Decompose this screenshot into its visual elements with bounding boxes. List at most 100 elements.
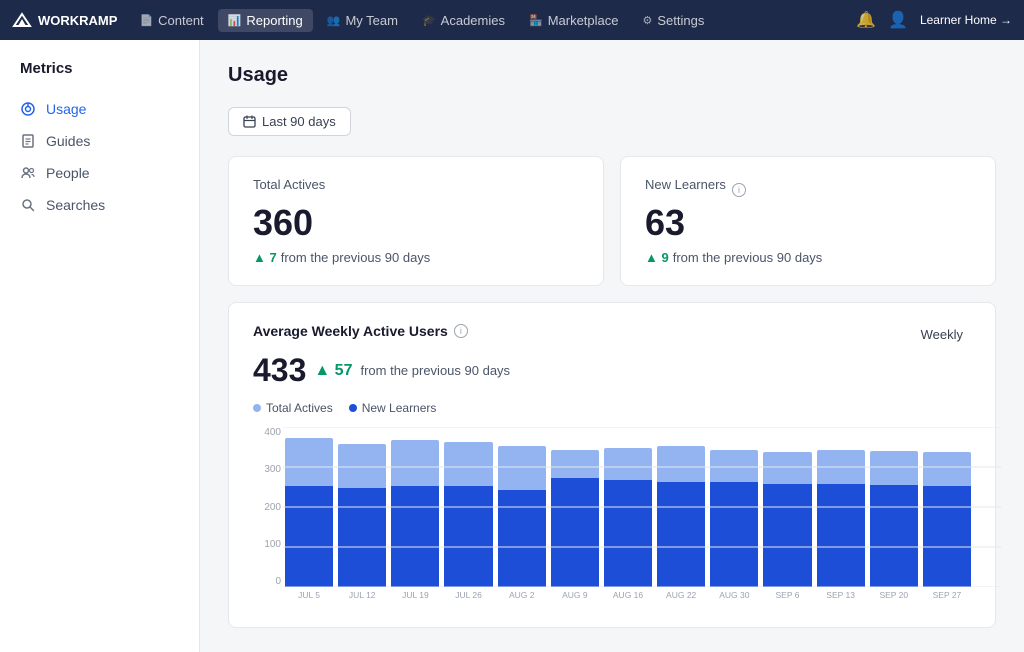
learner-home-button[interactable]: Learner Home → (920, 13, 1012, 27)
bar-top-segment (763, 452, 811, 484)
calendar-icon (243, 115, 256, 128)
chart-container: 0100200300400JUL 5JUL 12JUL 19JUL 26AUG … (253, 427, 971, 607)
weekly-button[interactable]: Weekly (913, 323, 971, 346)
sidebar-item-people[interactable]: People (0, 157, 199, 189)
new-learners-label-row: New Learners i (645, 177, 971, 202)
bar-bottom-segment (657, 482, 705, 587)
bar-label: SEP 27 (923, 590, 971, 607)
guides-icon (20, 133, 36, 149)
bar-label: AUG 30 (710, 590, 758, 607)
bar-top-segment (498, 446, 546, 490)
main-content: Usage Last 90 days Total Actives 360 ▲ 7 (200, 40, 1024, 652)
nav-settings[interactable]: ⚙ Settings (633, 9, 715, 32)
bar-group: AUG 9 (551, 427, 599, 607)
new-learners-delta: ▲ 9 from the previous 90 days (645, 250, 971, 265)
bar-bottom-segment (604, 480, 652, 587)
page-title: Usage (228, 64, 996, 87)
total-actives-value: 360 (253, 202, 579, 244)
user-avatar-icon[interactable]: 👤 (888, 10, 908, 30)
bar-top-segment (285, 438, 333, 486)
bar-label: SEP 13 (817, 590, 865, 607)
nav-reporting[interactable]: 📊 Reporting (218, 9, 313, 32)
bar-group: SEP 13 (817, 427, 865, 607)
nav-myteam[interactable]: 👥 My Team (317, 9, 408, 32)
searches-icon (20, 197, 36, 213)
new-learners-delta-value: ▲ 9 (645, 250, 669, 265)
bar-bottom-segment (391, 486, 439, 587)
bar-group: JUL 5 (285, 427, 333, 607)
bar-label: AUG 9 (551, 590, 599, 607)
bar-group: SEP 20 (870, 427, 918, 607)
bar-bottom-segment (338, 488, 386, 587)
total-actives-delta-value: ▲ 7 (253, 250, 277, 265)
bar-group: SEP 6 (763, 427, 811, 607)
bar-bottom-segment (817, 484, 865, 587)
bar-label: JUL 26 (444, 590, 492, 607)
chart-legend: Total Actives New Learners (253, 401, 971, 415)
chart-title-row: Average Weekly Active Users i (253, 323, 468, 339)
top-navigation: WORKRAMP 📄 Content 📊 Reporting 👥 My Team… (0, 0, 1024, 40)
sidebar-item-guides[interactable]: Guides (0, 125, 199, 157)
bar-bottom-segment (923, 486, 971, 587)
chart-delta-suffix: from the previous 90 days (360, 363, 510, 378)
chart-header: Average Weekly Active Users i Weekly (253, 323, 971, 346)
sidebar: Metrics Usage Guides (0, 40, 200, 652)
bar-group: JUL 12 (338, 427, 386, 607)
chart-value-row: 433 ▲ 57 from the previous 90 days (253, 352, 971, 389)
academies-icon: 🎓 (422, 14, 436, 27)
total-actives-delta: ▲ 7 from the previous 90 days (253, 250, 579, 265)
topnav-right: 🔔 👤 Learner Home → (856, 10, 1012, 30)
people-icon (20, 165, 36, 181)
nav-content[interactable]: 📄 Content (129, 9, 213, 32)
total-actives-card: Total Actives 360 ▲ 7 from the previous … (228, 156, 604, 286)
new-learners-info-icon[interactable]: i (732, 183, 746, 197)
bar-top-segment (710, 450, 758, 482)
new-learners-label: New Learners (645, 177, 726, 192)
chart-card: Average Weekly Active Users i Weekly 433… (228, 302, 996, 628)
bar-group: JUL 26 (444, 427, 492, 607)
bar-top-segment (657, 446, 705, 482)
bar-label: SEP 6 (763, 590, 811, 607)
bar-group: AUG 22 (657, 427, 705, 607)
bar-top-segment (817, 450, 865, 484)
legend-new-learners-dot (349, 404, 357, 412)
bar-group: AUG 2 (498, 427, 546, 607)
bar-top-segment (604, 448, 652, 480)
total-actives-label: Total Actives (253, 177, 579, 192)
bar-group: AUG 16 (604, 427, 652, 607)
chart-delta-value: ▲ 57 (314, 362, 352, 380)
bar-group: SEP 27 (923, 427, 971, 607)
chart-main-value: 433 (253, 352, 306, 389)
bar-bottom-segment (285, 486, 333, 587)
chart-info-icon[interactable]: i (454, 324, 468, 338)
sidebar-item-searches[interactable]: Searches (0, 189, 199, 221)
logo[interactable]: WORKRAMP (12, 10, 117, 30)
bar-label: JUL 12 (338, 590, 386, 607)
content-icon: 📄 (139, 14, 153, 27)
bar-group: AUG 30 (710, 427, 758, 607)
chart-title: Average Weekly Active Users (253, 323, 448, 339)
reporting-icon: 📊 (228, 14, 242, 27)
legend-new-learners: New Learners (349, 401, 437, 415)
nav-academies[interactable]: 🎓 Academies (412, 9, 515, 32)
bar-label: AUG 16 (604, 590, 652, 607)
bar-bottom-segment (870, 485, 918, 587)
bar-bottom-segment (763, 484, 811, 587)
nav-marketplace[interactable]: 🏪 Marketplace (519, 9, 629, 32)
settings-icon: ⚙ (643, 14, 653, 27)
filter-bar: Last 90 days (228, 107, 996, 136)
new-learners-card: New Learners i 63 ▲ 9 from the previous … (620, 156, 996, 286)
notification-bell-icon[interactable]: 🔔 (856, 10, 876, 30)
sidebar-item-usage[interactable]: Usage (0, 93, 199, 125)
bar-top-segment (551, 450, 599, 478)
date-filter-button[interactable]: Last 90 days (228, 107, 351, 136)
bar-bottom-segment (444, 486, 492, 587)
bar-label: JUL 19 (391, 590, 439, 607)
marketplace-icon: 🏪 (529, 14, 543, 27)
main-layout: Metrics Usage Guides (0, 40, 1024, 652)
bar-label: JUL 5 (285, 590, 333, 607)
legend-total-actives-dot (253, 404, 261, 412)
bar-top-segment (391, 440, 439, 486)
bar-bottom-segment (551, 478, 599, 587)
bar-top-segment (444, 442, 492, 486)
